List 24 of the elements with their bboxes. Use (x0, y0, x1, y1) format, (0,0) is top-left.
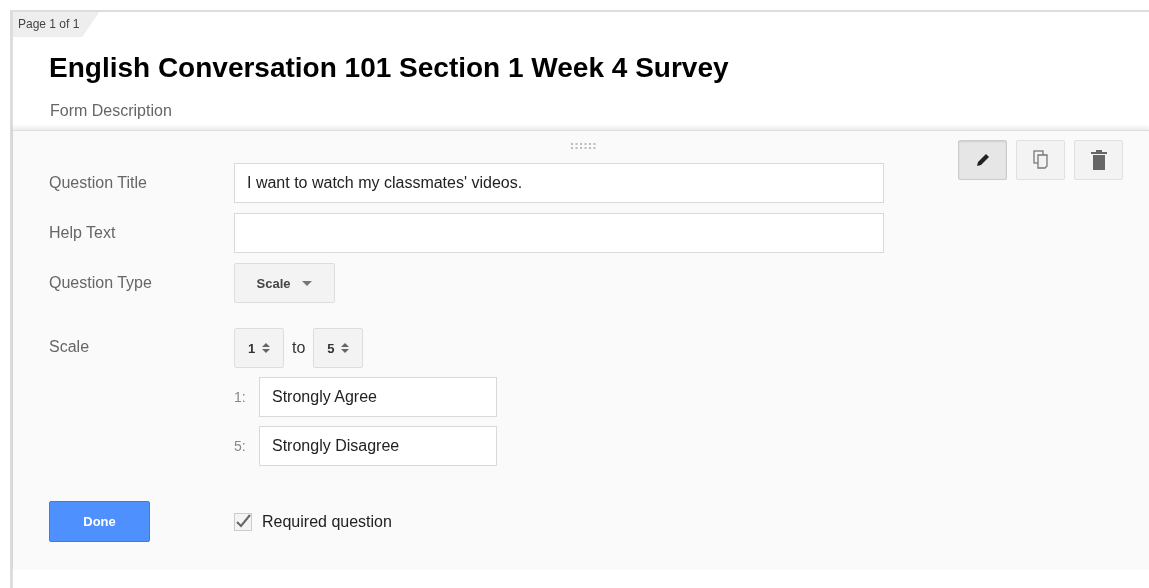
form-title: English Conversation 101 Section 1 Week 4 Survey (49, 52, 730, 84)
scale-label-field[interactable]: Strongly Agree (259, 377, 497, 417)
delete-button[interactable] (1074, 140, 1123, 180)
copy-icon (1032, 150, 1049, 170)
scale-to-spinner[interactable]: 5 (313, 328, 364, 368)
scale-number: 1: (234, 389, 247, 405)
edit-button[interactable] (958, 140, 1007, 180)
checkbox[interactable] (234, 512, 252, 531)
caret-icon (302, 280, 313, 286)
to-label: to (292, 339, 306, 357)
field-label: Scale (49, 338, 91, 356)
scale-from-spinner[interactable]: 1 (234, 328, 284, 368)
help-text-field[interactable] (234, 213, 884, 253)
question-type-dropdown[interactable]: Scale (234, 263, 335, 303)
scale-number: 5: (234, 438, 247, 454)
question-title-field[interactable]: I want to watch my classmates' videos. (234, 163, 884, 203)
scale-label-field[interactable]: Strongly Disagree (259, 426, 497, 466)
field-label: Question Title (49, 174, 148, 192)
field-label: Question Type (49, 274, 153, 292)
drag-handle-icon[interactable] (571, 143, 597, 149)
field-label: Help Text (49, 224, 117, 242)
trash-icon (1090, 150, 1107, 170)
form-description[interactable]: Form Description (50, 102, 1149, 120)
required-question-label: Required question (262, 512, 392, 531)
